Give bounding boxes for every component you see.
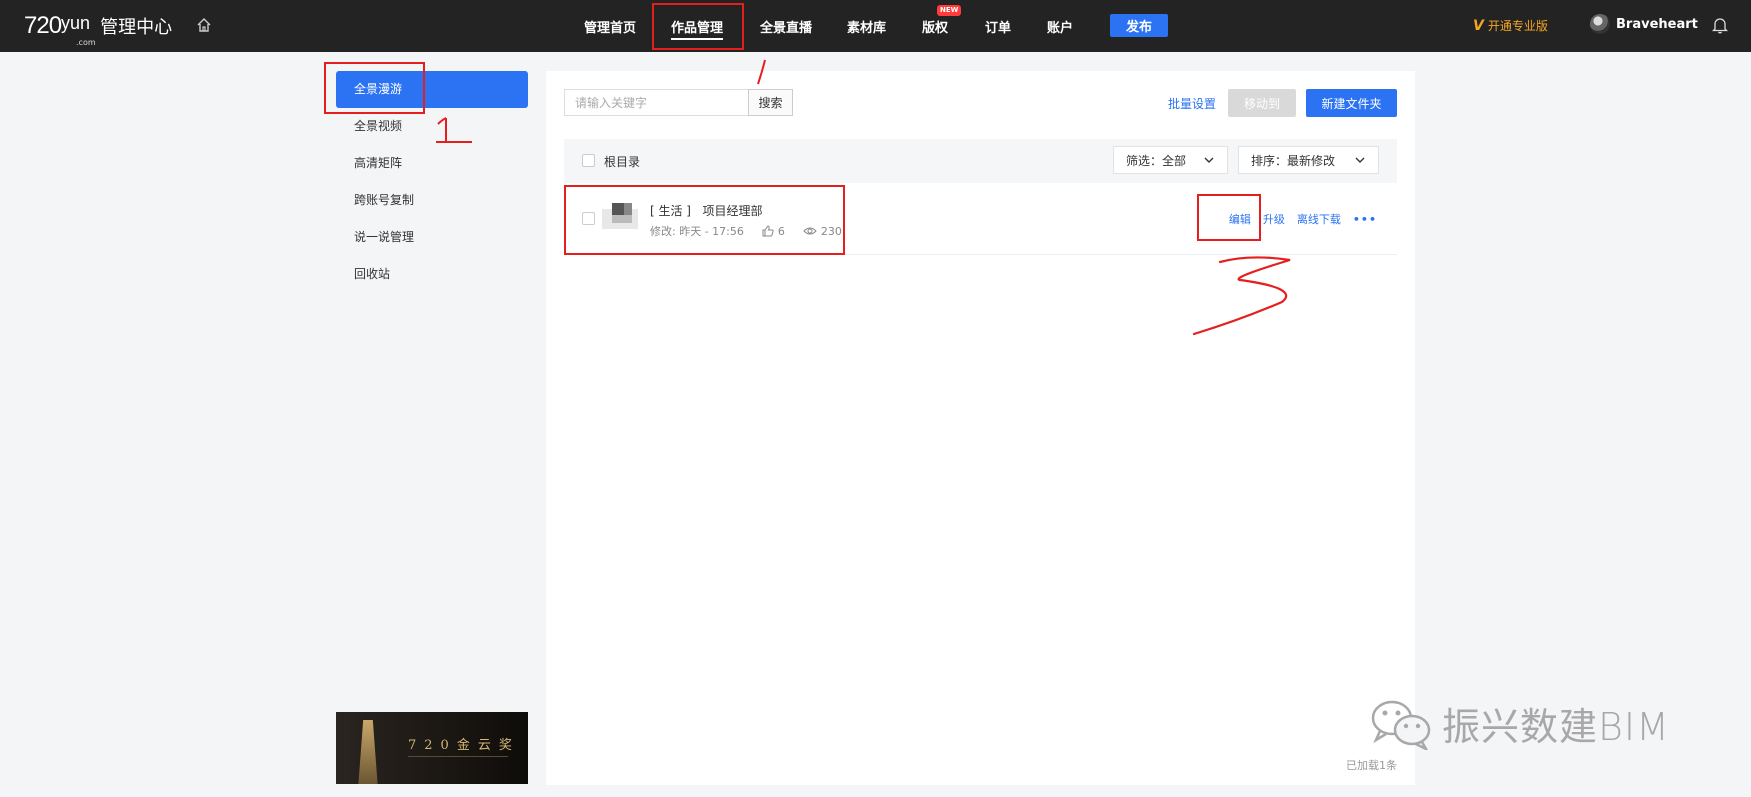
nav-orders[interactable]: 订单 xyxy=(985,17,1011,36)
sidebar-item-hd-matrix[interactable]: 高清矩阵 xyxy=(336,145,528,182)
trophy-image xyxy=(358,720,378,784)
banner-title: 720金云奖 xyxy=(408,738,520,753)
annotation-box-edit xyxy=(1197,194,1261,241)
works-panel: 搜索 批量设置 移动到 新建文件夹 根目录 筛选：全部 排序：最新修改 [ 生活… xyxy=(546,71,1415,785)
nav-account[interactable]: 账户 xyxy=(1047,17,1073,36)
loaded-count: 已加载1条 xyxy=(1346,759,1397,772)
logo-com: .com xyxy=(76,38,96,47)
search-input[interactable] xyxy=(564,89,748,116)
nav-home[interactable]: 管理首页 xyxy=(584,17,636,36)
logo-number: 720 xyxy=(24,12,62,39)
top-nav-bar: 720 yun .com 管理中心 管理首页 作品管理 全景直播 素材库 NEW… xyxy=(0,0,1751,52)
vip-icon: V xyxy=(1473,17,1484,34)
watermark: 振兴数建BIM xyxy=(1370,696,1670,751)
search-bar: 搜索 xyxy=(564,89,793,116)
annotation-box-work-item xyxy=(564,185,845,255)
watermark-text: 振兴数建BIM xyxy=(1442,705,1670,749)
search-button[interactable]: 搜索 xyxy=(748,89,793,116)
logo-yun: yun xyxy=(61,13,91,33)
root-directory-label[interactable]: 根目录 xyxy=(604,153,640,170)
home-icon[interactable] xyxy=(196,17,212,33)
logo-title: 管理中心 xyxy=(100,17,173,38)
upgrade-pro-label: 开通专业版 xyxy=(1487,19,1548,33)
sidebar-item-cross-account-copy[interactable]: 跨账号复制 xyxy=(336,182,528,219)
filter-dropdown[interactable]: 筛选：全部 xyxy=(1113,146,1228,174)
publish-button[interactable]: 发布 xyxy=(1110,14,1168,37)
filter-label: 筛选：全部 xyxy=(1126,153,1187,168)
select-all-checkbox[interactable] xyxy=(582,154,595,167)
username: Braveheart xyxy=(1616,16,1698,32)
chevron-down-icon xyxy=(1204,157,1214,163)
offline-download-link[interactable]: 离线下载 xyxy=(1297,211,1341,227)
sidebar-item-recycle-bin[interactable]: 回收站 xyxy=(336,256,528,293)
sort-dropdown[interactable]: 排序：最新修改 xyxy=(1238,146,1379,174)
nav-copyright[interactable]: 版权 xyxy=(922,17,948,36)
wechat-icon xyxy=(1371,700,1431,750)
sidebar-item-comments[interactable]: 说一说管理 xyxy=(336,219,528,256)
user-menu[interactable]: Braveheart xyxy=(1590,14,1698,34)
upgrade-link[interactable]: 升级 xyxy=(1263,211,1285,227)
sort-label: 排序：最新修改 xyxy=(1251,153,1336,168)
avatar xyxy=(1590,14,1610,34)
list-toolbar: 根目录 筛选：全部 排序：最新修改 xyxy=(564,139,1397,183)
nav-live[interactable]: 全景直播 xyxy=(760,17,812,36)
batch-settings-link[interactable]: 批量设置 xyxy=(1168,95,1216,112)
bell-icon[interactable] xyxy=(1712,16,1728,34)
move-to-button[interactable]: 移动到 xyxy=(1228,89,1296,117)
new-folder-button[interactable]: 新建文件夹 xyxy=(1306,89,1397,117)
award-banner[interactable]: 720金云奖 xyxy=(336,712,528,784)
more-icon[interactable]: ••• xyxy=(1353,213,1377,226)
logo[interactable]: 720 yun .com 管理中心 xyxy=(24,12,173,47)
chevron-down-icon xyxy=(1355,157,1365,163)
upgrade-pro-link[interactable]: V 开通专业版 xyxy=(1473,17,1548,34)
annotation-box-works-nav xyxy=(652,3,744,50)
new-badge: NEW xyxy=(937,5,962,16)
banner-divider xyxy=(408,756,508,757)
annotation-box-sidebar xyxy=(324,62,425,114)
nav-materials[interactable]: 素材库 xyxy=(847,17,886,36)
